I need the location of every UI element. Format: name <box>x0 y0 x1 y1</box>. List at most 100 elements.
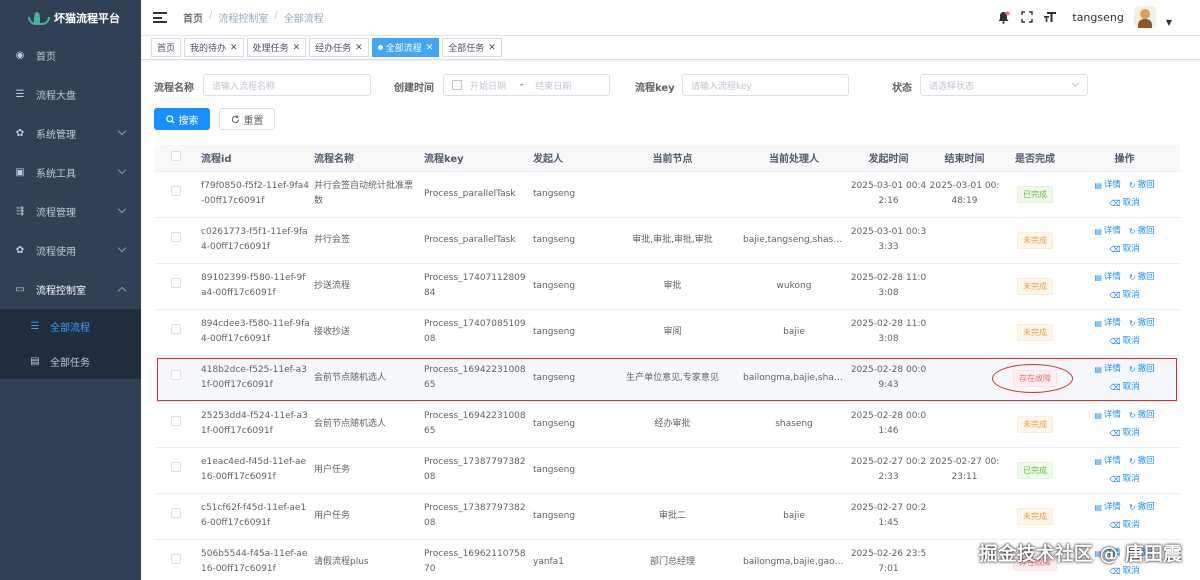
status-badge: 已完成 <box>1017 461 1053 479</box>
cell-process-id: f79f0850-f5f2-11ef-9fa4-00ff17c6091f <box>197 171 310 218</box>
trash-icon: ⌫ <box>1109 290 1121 300</box>
tag-handled-task[interactable]: 经办任务 ✕ <box>309 38 369 57</box>
close-icon[interactable]: ✕ <box>230 43 238 53</box>
search-button[interactable]: 搜索 <box>154 108 210 130</box>
cell-process-id: 89102399-f580-11ef-9fa4-00ff17c6091f <box>197 263 310 310</box>
cell-process-name: 请假流程plus <box>310 539 420 580</box>
sidebar-item-process-usage[interactable]: ✿ 流程使用 <box>0 231 141 270</box>
revoke-button[interactable]: ↻ 撤回 <box>1129 178 1155 193</box>
revoke-button[interactable]: ↻ 撤回 <box>1129 408 1155 423</box>
settings-icon: ✿ <box>15 245 25 256</box>
cancel-button[interactable]: ⌫ 取消 <box>1109 518 1139 533</box>
document-icon: ▤ <box>1094 410 1102 420</box>
table-row: 25253dd4-f524-11ef-a31f-00ff17c6091f 会前节点… <box>155 401 1180 448</box>
row-checkbox[interactable] <box>171 416 181 426</box>
tag-handle-task[interactable]: 处理任务 ✕ <box>246 38 307 57</box>
cell-process-key: Process_1694223100865 <box>420 355 529 402</box>
revoke-button[interactable]: ↻ 撤回 <box>1129 454 1155 469</box>
revoke-button[interactable]: ↻ 撤回 <box>1129 362 1155 377</box>
detail-button[interactable]: ▤ 详情 <box>1094 270 1121 285</box>
select-all-checkbox[interactable] <box>171 151 181 162</box>
menu-toggle-icon[interactable] <box>153 12 167 23</box>
sidebar-submenu: ☰ 全部流程 ▤ 全部任务 <box>0 309 141 379</box>
sidebar-item-all-processes[interactable]: ☰ 全部流程 <box>0 309 141 344</box>
cancel-button[interactable]: ⌫ 取消 <box>1109 380 1139 395</box>
row-checkbox[interactable] <box>171 554 181 564</box>
status-select[interactable]: 请选择状态 <box>920 74 1088 96</box>
sidebar-item-system-tools[interactable]: ▣ 系统工具 <box>0 153 141 192</box>
revoke-button[interactable]: ↻ 撤回 <box>1129 224 1155 239</box>
breadcrumb-home[interactable]: 首页 <box>183 10 203 25</box>
detail-button[interactable]: ▤ 详情 <box>1094 500 1121 515</box>
detail-button[interactable]: ▤ 详情 <box>1094 178 1121 193</box>
monitor-icon: ▭ <box>15 284 25 295</box>
sidebar-item-process-admin[interactable]: ⇶ 流程管理 <box>0 192 141 231</box>
cancel-button[interactable]: ⌫ 取消 <box>1109 196 1139 211</box>
trash-icon: ⌫ <box>1109 520 1121 530</box>
detail-button[interactable]: ▤ 详情 <box>1094 362 1121 377</box>
row-checkbox[interactable] <box>171 370 181 380</box>
breadcrumb-current: 全部流程 <box>283 14 324 25</box>
row-checkbox[interactable] <box>171 324 181 334</box>
detail-button[interactable]: ▤ 详情 <box>1094 224 1121 239</box>
row-checkbox[interactable] <box>171 278 181 288</box>
close-icon[interactable]: ✕ <box>488 43 496 53</box>
tag-home[interactable]: 首页 <box>151 38 182 57</box>
bell-icon[interactable] <box>996 10 1010 24</box>
col-completed: 是否完成 <box>1001 145 1069 172</box>
detail-button[interactable]: ▤ 详情 <box>1094 316 1121 331</box>
row-checkbox[interactable] <box>171 508 181 518</box>
table-row: f79f0850-f5f2-11ef-9fa4-00ff17c6091f 并行会签… <box>155 171 1180 218</box>
table-row: c51cf62f-f45d-11ef-ae16-00ff17c6091f 用户任务… <box>155 493 1180 540</box>
table-row: 89102399-f580-11ef-9fa4-00ff17c6091f 抄送流程… <box>155 263 1180 310</box>
font-size-icon[interactable] <box>1044 10 1058 24</box>
sidebar-item-process-control[interactable]: ▭ 流程控制室 <box>0 270 141 309</box>
revoke-button[interactable]: ↻ 撤回 <box>1129 270 1155 285</box>
app-logo[interactable]: 坏猫流程平台 <box>0 0 141 36</box>
row-checkbox[interactable] <box>171 462 181 472</box>
refresh-icon: ↻ <box>1128 364 1136 374</box>
close-icon[interactable]: ✕ <box>355 43 363 53</box>
refresh-icon: ↻ <box>1128 410 1136 420</box>
cancel-button[interactable]: ⌫ 取消 <box>1109 242 1139 257</box>
cell-current-node: 生产单位意见,专家意见 <box>626 372 719 383</box>
cancel-button[interactable]: ⌫ 取消 <box>1109 288 1139 303</box>
username[interactable]: tangseng <box>1072 11 1123 24</box>
row-checkbox[interactable] <box>171 232 181 242</box>
cell-process-name: 并行会签自动统计批准票数 <box>310 171 420 218</box>
tag-all-tasks[interactable]: 全部任务 ✕ <box>442 38 502 57</box>
document-icon: ▤ <box>1094 456 1102 466</box>
sidebar-item-process-overview[interactable]: ☰ 流程大盘 <box>0 75 141 114</box>
sidebar-item-system-admin[interactable]: ✿ 系统管理 <box>0 114 141 153</box>
revoke-button[interactable]: ↻ 撤回 <box>1129 500 1155 515</box>
status-badge: 已完成 <box>1017 185 1053 203</box>
process-name-input[interactable]: 请输入流程名称 <box>203 74 371 96</box>
tag-all-processes[interactable]: 全部流程 ✕ <box>371 38 440 57</box>
process-key-input[interactable]: 请输入流程key <box>682 74 849 96</box>
breadcrumb: 首页 / 流程控制室 / 全部流程 <box>183 10 324 25</box>
sidebar-item-home[interactable]: ◉ 首页 <box>0 36 141 75</box>
caret-down-icon[interactable]: ▼ <box>1166 18 1172 27</box>
cell-process-id: e1eac4ed-f45d-11ef-ae16-00ff17c6091f <box>197 447 310 494</box>
status-badge: 未完成 <box>1017 323 1053 341</box>
cancel-button[interactable]: ⌫ 取消 <box>1109 334 1139 349</box>
tag-my-todo[interactable]: 我的待办 ✕ <box>184 38 244 57</box>
sidebar-item-all-tasks[interactable]: ▤ 全部任务 <box>0 344 141 379</box>
reset-button[interactable]: 重置 <box>219 108 275 130</box>
gear-icon: ✿ <box>15 128 25 139</box>
cancel-button[interactable]: ⌫ 取消 <box>1109 472 1139 487</box>
create-time-range[interactable]: 开始日期 - 结束日期 <box>443 74 610 96</box>
avatar[interactable] <box>1133 6 1156 28</box>
cell-process-name: 抄送流程 <box>310 263 420 310</box>
close-icon[interactable]: ✕ <box>293 43 301 53</box>
chevron-up-icon <box>117 286 127 296</box>
revoke-button[interactable]: ↻ 撤回 <box>1129 316 1155 331</box>
detail-button[interactable]: ▤ 详情 <box>1094 454 1121 469</box>
row-checkbox[interactable] <box>171 186 181 196</box>
fullscreen-icon[interactable] <box>1020 10 1034 24</box>
close-icon[interactable]: ✕ <box>426 43 434 53</box>
table-row: e1eac4ed-f45d-11ef-ae16-00ff17c6091f 用户任务… <box>155 447 1180 494</box>
detail-button[interactable]: ▤ 详情 <box>1094 408 1121 423</box>
cancel-button[interactable]: ⌫ 取消 <box>1109 426 1139 441</box>
cell-process-key: Process_parallelTask <box>420 217 529 264</box>
